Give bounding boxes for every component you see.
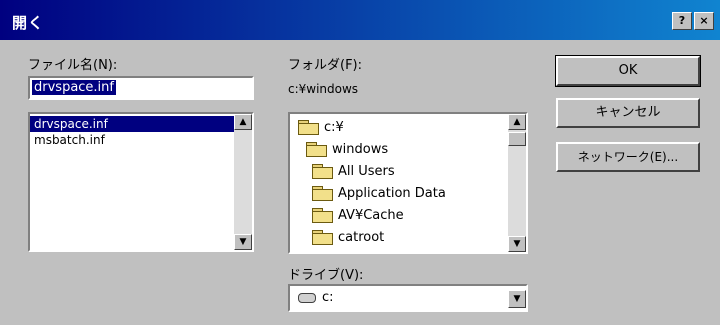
drive-label: ドライブ(V): <box>288 268 364 283</box>
folder-icon <box>312 230 333 245</box>
folder-item-label: windows <box>332 141 389 157</box>
scroll-down-arrow[interactable]: ▼ <box>234 234 252 250</box>
drive-value: c: <box>322 290 334 305</box>
folder-item[interactable]: windows <box>306 138 388 160</box>
cancel-button[interactable]: キャンセル <box>556 98 700 128</box>
drive-select[interactable]: c: ▼ <box>288 284 528 312</box>
window-title: 開く <box>12 14 45 32</box>
folder-item[interactable]: AV¥Cache <box>312 204 404 226</box>
drive-icon <box>298 292 316 303</box>
folder-label: フォルダ(F): <box>288 58 363 73</box>
scroll-down-arrow[interactable]: ▼ <box>508 236 526 252</box>
help-button[interactable]: ? <box>672 12 692 30</box>
title-bar[interactable]: 開く ? × <box>0 0 720 40</box>
folder-item-label: AV¥Cache <box>338 207 404 223</box>
network-button[interactable]: ネットワーク(E)... <box>556 142 700 172</box>
filename-input[interactable]: drvspace.inf <box>28 76 254 100</box>
folder-item[interactable]: c:¥ <box>298 116 344 138</box>
scroll-up-arrow[interactable]: ▲ <box>508 114 526 130</box>
folder-item-label: c:¥ <box>324 119 344 135</box>
scroll-up-arrow[interactable]: ▲ <box>234 114 252 130</box>
current-folder-path: c:¥windows <box>288 82 359 96</box>
folder-tree[interactable]: c:¥ windows All Users Application Data A… <box>288 112 528 254</box>
folder-tree-scrollbar[interactable]: ▲ ▼ <box>508 114 526 252</box>
file-list-item[interactable]: msbatch.inf <box>30 132 252 148</box>
folder-item-label: catroot <box>338 229 385 245</box>
open-folder-icon <box>306 142 327 157</box>
folder-item-label: Application Data <box>338 185 446 201</box>
close-button[interactable]: × <box>694 12 714 30</box>
chevron-down-icon[interactable]: ▼ <box>508 290 526 308</box>
scroll-thumb[interactable] <box>508 132 526 146</box>
folder-item[interactable]: All Users <box>312 160 395 182</box>
folder-item[interactable]: Application Data <box>312 182 446 204</box>
folder-item[interactable]: catroot <box>312 226 384 248</box>
folder-icon <box>312 164 333 179</box>
filename-value: drvspace.inf <box>32 80 116 95</box>
ok-button[interactable]: OK <box>555 55 701 87</box>
file-list[interactable]: drvspace.inf msbatch.inf ▲ ▼ <box>28 112 254 252</box>
open-folder-icon <box>298 120 319 135</box>
folder-icon <box>312 208 333 223</box>
folder-icon <box>312 186 333 201</box>
file-list-scrollbar[interactable]: ▲ ▼ <box>234 114 252 250</box>
filename-label: ファイル名(N): <box>28 58 118 73</box>
folder-item-label: All Users <box>338 163 395 179</box>
file-list-item[interactable]: drvspace.inf <box>30 116 250 132</box>
